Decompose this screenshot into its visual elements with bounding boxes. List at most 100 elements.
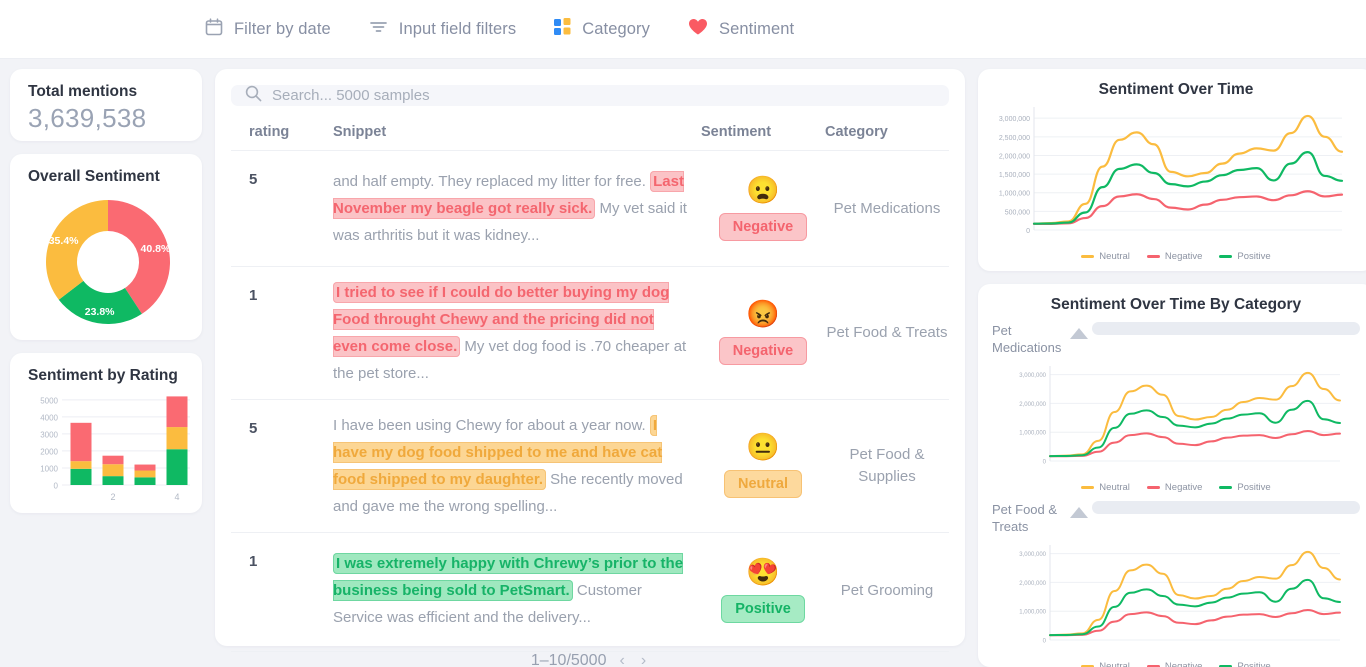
sentiment-by-rating-card: Sentiment by Rating 0 1000 2000 3000 4000 500… <box>10 353 202 513</box>
legend-swatch-icon <box>1146 485 1160 489</box>
nav-input-field-filters[interactable]: Input field filters <box>369 18 516 41</box>
cell-sentiment: 😡 Negative <box>701 266 825 400</box>
legend-item[interactable]: Positive <box>1219 251 1271 262</box>
legend-label: Neutral <box>1099 660 1130 667</box>
cell-category: Pet Food & Treats <box>825 266 949 400</box>
cell-rating: 5 <box>231 399 333 533</box>
legend-item[interactable]: Positive <box>1219 660 1271 667</box>
nav-category[interactable]: Category <box>554 18 650 40</box>
cell-category: Pet Medications <box>825 150 949 267</box>
legend-item[interactable]: Negative <box>1146 481 1203 493</box>
filter-icon <box>369 18 388 41</box>
svg-text:2,500,000: 2,500,000 <box>999 135 1030 142</box>
search-bar[interactable] <box>231 85 949 106</box>
collapse-triangle-icon[interactable] <box>1070 320 1092 344</box>
cell-snippet: and half empty. They replaced my litter … <box>333 150 701 267</box>
svg-text:2,000,000: 2,000,000 <box>1019 402 1046 408</box>
table-row[interactable]: 5I have been using Chewy for about a yea… <box>231 399 949 533</box>
total-mentions-title: Total mentions <box>28 83 138 100</box>
legend-item[interactable]: Neutral <box>1081 482 1130 493</box>
right-sidebar: Sentiment Over Time 0 500,000 1,000,000 1,5… <box>978 69 1366 667</box>
page-body: Total mentions 3,639,538 Overall Sentime… <box>0 59 1366 667</box>
svg-text:0: 0 <box>1043 459 1047 465</box>
category-block: Pet Medications <box>978 314 1366 356</box>
pagination: 1–10/5000 ‹ › <box>231 650 949 667</box>
total-mentions-value: 3,639,538 <box>28 103 147 133</box>
cell-category: Pet Food & Supplies <box>825 399 949 533</box>
cell-snippet: I was extremely happy with Chrewy’s prio… <box>333 532 701 649</box>
table-row[interactable]: 1I tried to see if I could do better buy… <box>231 266 949 400</box>
main-content: rating Snippet Sentiment Category 5and h… <box>215 69 965 667</box>
legend-label: Positive <box>1237 660 1271 667</box>
nav-label: Category <box>582 19 651 38</box>
cell-category: Pet Grooming <box>825 532 949 649</box>
legend-item[interactable]: Neutral <box>1081 661 1130 667</box>
svg-text:4000: 4000 <box>40 413 58 422</box>
legend-item[interactable]: Negative <box>1146 661 1202 667</box>
cell-rating: 1 <box>231 266 333 400</box>
snippet-prefix: I have been using Chewy for about a year… <box>333 417 650 434</box>
svg-text:1,500,000: 1,500,000 <box>999 172 1030 179</box>
svg-text:4: 4 <box>174 492 179 502</box>
pagination-next-button[interactable]: › <box>638 652 649 667</box>
nav-filter-by-date[interactable]: Filter by date <box>205 17 331 41</box>
legend-item[interactable]: Neutral <box>1081 251 1130 262</box>
donut-slice-label: 35.4% <box>49 235 79 247</box>
legend-label: Negative <box>1164 251 1203 262</box>
svg-text:2,000,000: 2,000,000 <box>999 153 1030 160</box>
legend-swatch-icon <box>1081 255 1095 258</box>
table-row[interactable]: 5 and half empty. They replaced my litter… <box>231 150 949 267</box>
total-mentions-card: Total mentions 3,639,538 <box>10 69 202 141</box>
cell-snippet: I tried to see if I could do better buyi… <box>333 266 701 400</box>
pagination-prev-button[interactable]: ‹ <box>616 652 627 667</box>
sentiment-emoji-icon: 😡 <box>746 299 780 329</box>
nav-sentiment[interactable]: Sentiment <box>688 18 794 41</box>
svg-text:5000: 5000 <box>40 396 58 405</box>
sentiment-by-rating-title: Sentiment by Rating <box>28 367 178 384</box>
sentiment-over-time-title: Sentiment Over Time <box>1098 81 1254 98</box>
sentiment-over-time-legend: Neutral Negative Positive <box>978 251 1366 262</box>
svg-text:2000: 2000 <box>40 447 58 456</box>
legend-label: Negative <box>1164 481 1203 493</box>
calendar-icon <box>205 17 223 41</box>
nav-label: Input field filters <box>398 19 517 38</box>
snippet-prefix: and half empty. They replaced my litter … <box>333 173 651 190</box>
sentiment-badge: Positive <box>721 594 805 623</box>
cell-sentiment: 😍 Positive <box>701 532 825 649</box>
legend-item[interactable]: Negative <box>1146 251 1203 262</box>
category-line-chart: 0 1,000,000 2,000,000 3,000,000 <box>978 537 1366 659</box>
nav-label: Filter by date <box>234 19 331 38</box>
legend-swatch-icon <box>1081 485 1095 489</box>
table-row[interactable]: 1I was extremely happy with Chrewy’s pri… <box>231 532 949 649</box>
column-header-rating[interactable]: rating <box>231 106 333 151</box>
cell-rating: 1 <box>231 532 333 649</box>
top-navigation-bar: Filter by date Input field filters Categ… <box>0 0 1366 59</box>
overall-sentiment-title: Overall Sentiment <box>28 168 160 185</box>
legend-label: Positive <box>1237 251 1271 262</box>
legend-swatch-icon <box>1219 255 1233 258</box>
table-header-row: rating Snippet Sentiment Category <box>231 106 949 151</box>
donut-slice-label: 40.8% <box>141 243 171 255</box>
sentiment-by-category-body: Pet Medications 0 1,000,000 2,000,000 3,000,… <box>978 314 1366 667</box>
column-header-snippet[interactable]: Snippet <box>333 106 701 151</box>
sentiment-badge: Negative <box>718 337 808 365</box>
svg-text:3,000,000: 3,000,000 <box>999 116 1030 123</box>
sentiment-over-time-line-chart: 0 500,000 1,000,000 1,500,000 2,000,000 2,500… <box>978 99 1366 249</box>
sentiment-badge: Negative <box>718 212 808 241</box>
category-progress-bar[interactable] <box>1092 500 1360 514</box>
category-legend: Neutral Negative Positive <box>978 482 1366 493</box>
category-block: Pet Food & Treats <box>978 493 1366 535</box>
category-legend: Neutral Negative Positive <box>978 661 1366 667</box>
svg-text:0: 0 <box>54 482 59 491</box>
sentiment-by-rating-bar-chart: 0 1000 2000 3000 4000 5000 2 4 <box>32 389 196 505</box>
cell-sentiment: 😦 Negative <box>701 150 825 267</box>
collapse-triangle-icon[interactable] <box>1070 499 1092 523</box>
sentiment-over-time-by-category-card: Sentiment Over Time By Category Pet Medi… <box>978 283 1366 667</box>
search-input[interactable] <box>272 87 935 104</box>
column-header-category[interactable]: Category <box>825 106 949 151</box>
column-header-sentiment[interactable]: Sentiment <box>701 106 825 151</box>
category-progress-bar[interactable] <box>1092 321 1360 335</box>
category-line-chart: 0 1,000,000 2,000,000 3,000,000 <box>978 358 1366 480</box>
legend-item[interactable]: Positive <box>1219 482 1271 493</box>
mentions-table-card: rating Snippet Sentiment Category 5and h… <box>215 69 965 667</box>
